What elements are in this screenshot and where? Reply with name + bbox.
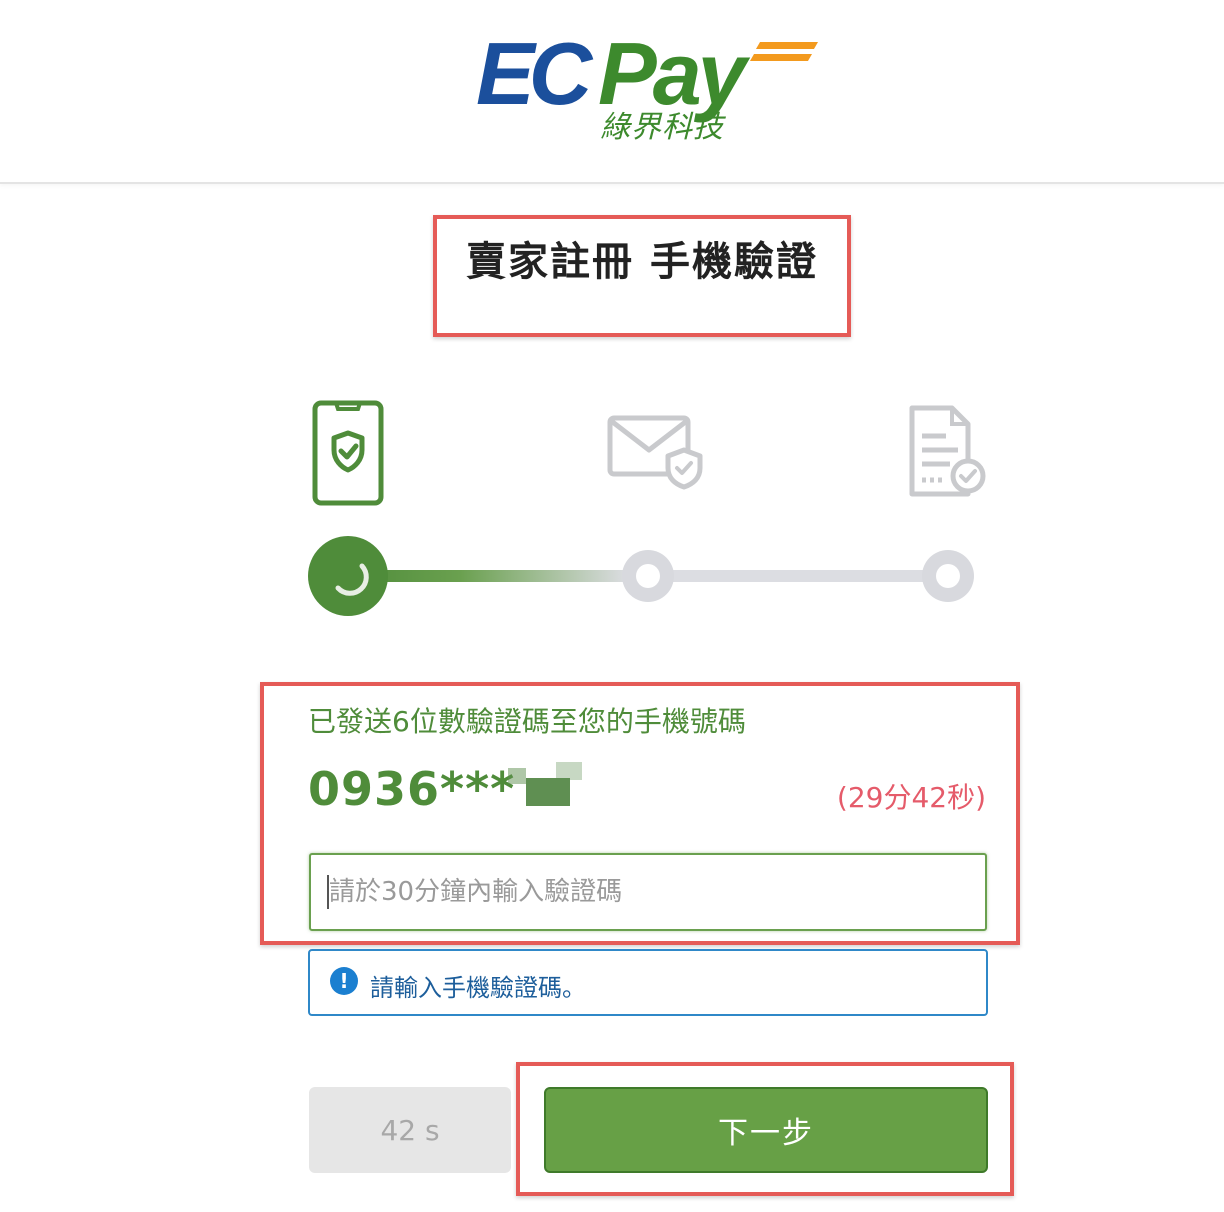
phone-shield-icon	[312, 400, 384, 510]
phone-number: 0936***	[308, 762, 516, 816]
ecpay-logo[interactable]: EC Pay 綠界科技	[470, 22, 830, 152]
next-step-button[interactable]: 下一步	[544, 1087, 988, 1173]
page-title: 賣家註冊 手機驗證	[466, 239, 818, 285]
progress-line	[628, 570, 950, 582]
logo-ec-text: EC	[476, 24, 592, 123]
logo-subtitle: 綠界科技	[600, 110, 724, 145]
logo-stripe	[749, 54, 813, 61]
resend-timer-button[interactable]: 42 s	[309, 1087, 511, 1173]
document-check-icon	[906, 404, 990, 504]
page-title-highlight: 賣家註冊 手機驗證	[433, 215, 851, 337]
redacted-digits	[526, 778, 570, 806]
step-1-dot	[308, 536, 388, 616]
redacted-digits	[508, 768, 526, 784]
info-icon: !	[330, 967, 358, 995]
loading-spinner-icon	[335, 563, 369, 596]
hint-message: ! 請輸入手機驗證碼。	[308, 949, 988, 1016]
logo-stripe	[755, 42, 819, 49]
text-caret	[327, 875, 329, 909]
progress-line-active	[348, 570, 628, 582]
step-progress	[300, 530, 1000, 620]
redacted-digits	[556, 762, 582, 780]
hint-text: 請輸入手機驗證碼。	[370, 974, 586, 1002]
sent-message: 已發送6位數驗證碼至您的手機號碼	[308, 705, 746, 738]
mail-shield-icon	[606, 412, 706, 496]
verification-code-input[interactable]	[309, 853, 987, 931]
step-3-dot	[922, 550, 974, 602]
countdown-timer: (29分42秒)	[836, 781, 986, 814]
header: EC Pay 綠界科技	[0, 0, 1224, 184]
step-2-dot	[622, 550, 674, 602]
